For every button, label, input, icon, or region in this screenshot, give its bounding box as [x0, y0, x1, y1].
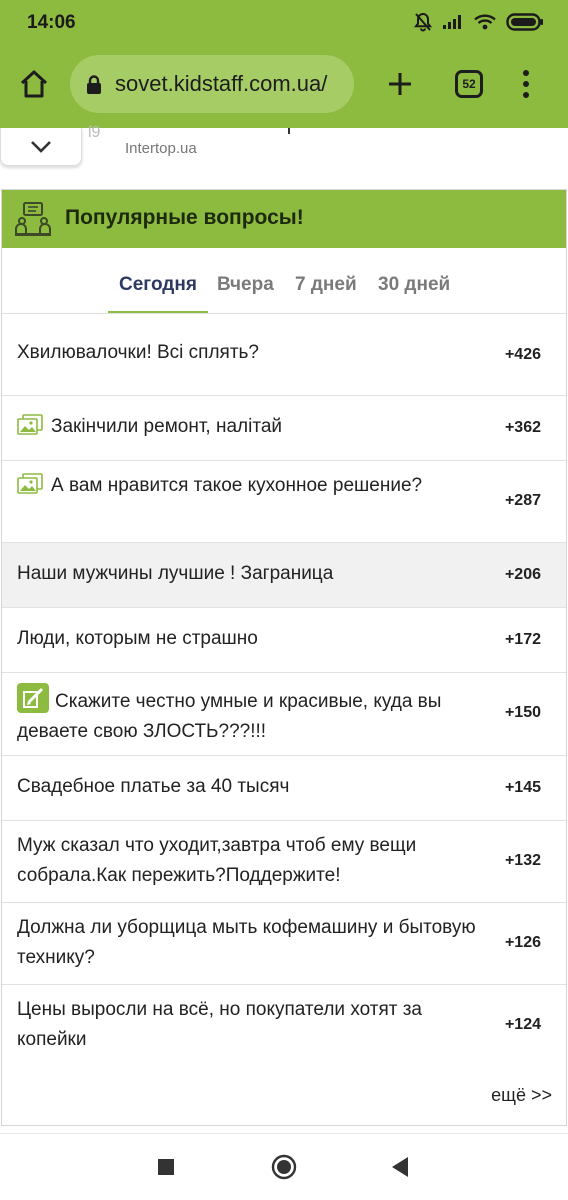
question-score: +287 [504, 492, 541, 509]
photo-icon [17, 473, 43, 494]
circle-icon [271, 1154, 297, 1180]
browser-toolbar: sovet.kidstaff.com.ua/ 52 [0, 46, 568, 128]
question-score: +126 [504, 934, 541, 951]
widget-title: Популярные вопросы! [65, 206, 304, 229]
browser-chrome: 14:06 sovet.kidstaff.com.ua/ 52 [0, 0, 568, 128]
tab-30-days[interactable]: 30 дней [378, 274, 450, 296]
plus-icon [389, 73, 411, 95]
new-tab-button[interactable] [382, 64, 418, 104]
list-item[interactable]: Хвилювалочки! Всі сплять? +426 [2, 313, 566, 395]
question-title[interactable]: Цены выросли на всё, но покупатели хотят… [17, 995, 487, 1055]
question-title: Скажите честно умные и красивые, куда вы… [17, 691, 442, 742]
question-title[interactable]: Хвилювалочки! Всі сплять? [17, 338, 487, 368]
period-tabs: Сегодня Вчера 7 дней 30 дней [108, 262, 464, 314]
question-link[interactable]: Закінчили ремонт, налітай [17, 412, 487, 442]
ad-logo-fragment: ſ9 [88, 124, 101, 141]
more-link[interactable]: ещё >> [491, 1085, 552, 1106]
question-title[interactable]: Люди, которым не страшно [17, 624, 487, 654]
question-link[interactable]: Скажите честно умные и красивые, куда вы… [17, 683, 487, 747]
question-title: А вам нравится такое кухонное решение? [51, 475, 423, 496]
tab-7-days[interactable]: 7 дней [295, 274, 357, 296]
system-nav-bar [0, 1133, 568, 1200]
question-score: +206 [504, 566, 541, 583]
question-title[interactable]: Свадебное платье за 40 тысяч [17, 772, 487, 802]
overflow-menu-button[interactable] [516, 66, 536, 102]
question-score: +362 [504, 419, 541, 436]
square-icon [158, 1159, 174, 1175]
question-title[interactable]: Наши мужчины лучшие ! Заграница [17, 559, 487, 589]
back-button[interactable] [387, 1154, 413, 1180]
question-title[interactable]: Должна ли уборщица мыть кофемашину и быт… [17, 913, 487, 973]
bell-off-icon [414, 12, 432, 32]
ad-strip [0, 128, 568, 183]
address-bar[interactable]: sovet.kidstaff.com.ua/ [70, 55, 354, 113]
question-score: +124 [504, 1016, 541, 1033]
status-icons [414, 12, 544, 32]
collapse-ad-button[interactable] [0, 128, 82, 166]
list-item[interactable]: Закінчили ремонт, налітай +362 [2, 395, 566, 460]
back-triangle-icon [392, 1157, 408, 1177]
ad-fragment [288, 128, 290, 134]
home-icon [20, 70, 48, 98]
question-score: +150 [504, 704, 541, 721]
list-item[interactable]: Люди, которым не страшно +172 [2, 607, 566, 672]
status-bar: 14:06 [0, 0, 568, 46]
signal-icon [443, 15, 461, 29]
list-item[interactable]: Должна ли уборщица мыть кофемашину и быт… [2, 902, 566, 984]
chevron-down-icon [31, 140, 51, 153]
home-nav-button[interactable] [271, 1154, 297, 1180]
battery-icon [506, 13, 543, 31]
list-item[interactable]: Свадебное платье за 40 тысяч +145 [2, 755, 566, 820]
tab-yesterday[interactable]: Вчера [217, 274, 274, 296]
tab-today[interactable]: Сегодня [119, 274, 197, 296]
list-item[interactable]: Наши мужчины лучшие ! Заграница +206 [2, 542, 566, 607]
recents-button[interactable] [153, 1154, 179, 1180]
wifi-icon [474, 14, 496, 30]
question-title: Закінчили ремонт, налітай [51, 416, 283, 437]
question-score: +132 [504, 852, 541, 869]
home-button[interactable] [14, 64, 54, 104]
url-text: sovet.kidstaff.com.ua/ [115, 71, 328, 96]
question-score: +426 [504, 346, 541, 363]
popular-questions-widget: Популярные вопросы! Сегодня Вчера 7 дней… [1, 189, 567, 1126]
widget-header: Популярные вопросы! [2, 190, 566, 248]
list-item[interactable]: А вам нравится такое кухонное решение? +… [2, 460, 566, 542]
list-item[interactable]: Скажите честно умные и красивые, куда вы… [2, 672, 566, 755]
discussion-icon [15, 202, 51, 236]
question-score: +172 [504, 631, 541, 648]
photo-icon [17, 414, 43, 435]
tab-switcher-button[interactable]: 52 [455, 70, 483, 98]
ad-source[interactable]: Intertop.ua [125, 140, 197, 157]
list-item[interactable]: Муж сказал что уходит,завтра чтоб ему ве… [2, 820, 566, 902]
lock-icon [87, 75, 101, 94]
question-title[interactable]: Муж сказал что уходит,завтра чтоб ему ве… [17, 831, 487, 891]
question-link[interactable]: А вам нравится такое кухонное решение? [17, 471, 487, 501]
poll-icon [17, 683, 49, 713]
question-score: +145 [504, 779, 541, 796]
status-time: 14:06 [27, 12, 76, 33]
list-item[interactable]: Цены выросли на всё, но покупатели хотят… [2, 984, 566, 1066]
